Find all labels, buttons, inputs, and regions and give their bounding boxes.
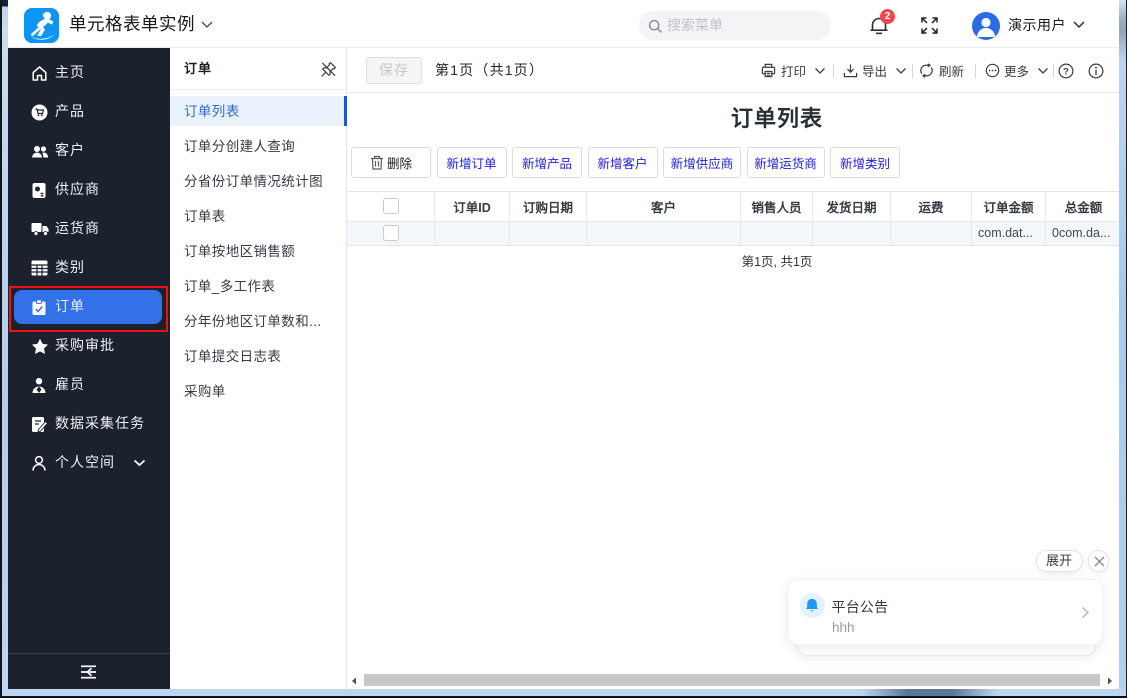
svg-text:?: ? <box>1063 65 1069 76</box>
